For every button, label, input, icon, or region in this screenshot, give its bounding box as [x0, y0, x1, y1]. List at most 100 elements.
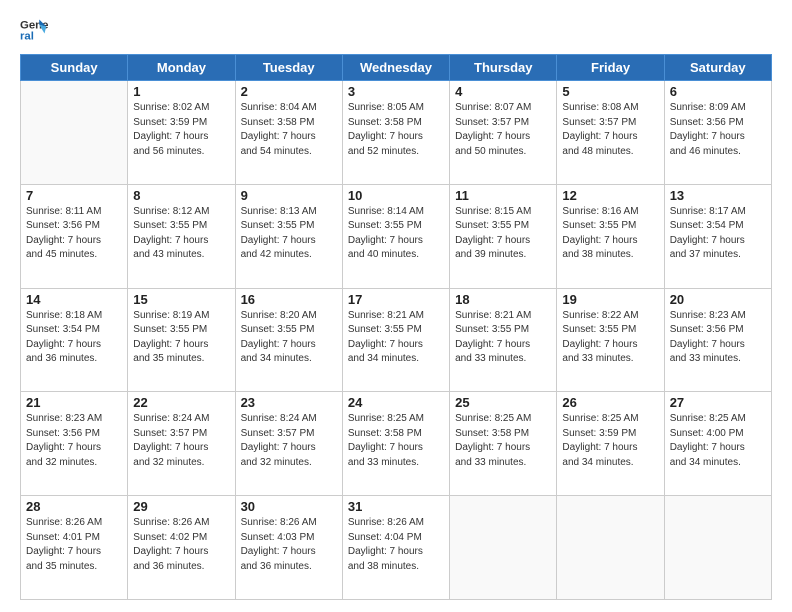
svg-text:ral: ral — [20, 31, 34, 43]
calendar-cell: 10 Sunrise: 8:14 AMSunset: 3:55 PMDayligh… — [342, 184, 449, 288]
calendar-cell: 13 Sunrise: 8:17 AMSunset: 3:54 PMDayligh… — [664, 184, 771, 288]
cell-info: Sunrise: 8:25 AMSunset: 3:58 PMDaylight:… — [455, 412, 551, 470]
cell-info: Sunrise: 8:19 AMSunset: 3:55 PMDaylight:… — [133, 309, 229, 367]
day-number: 12 — [562, 188, 658, 203]
calendar-cell: 19 Sunrise: 8:22 AMSunset: 3:55 PMDayligh… — [557, 288, 664, 392]
calendar-cell: 4 Sunrise: 8:07 AMSunset: 3:57 PMDaylight… — [450, 81, 557, 185]
day-number: 20 — [670, 292, 766, 307]
calendar-cell: 6 Sunrise: 8:09 AMSunset: 3:56 PMDaylight… — [664, 81, 771, 185]
calendar-cell: 11 Sunrise: 8:15 AMSunset: 3:55 PMDayligh… — [450, 184, 557, 288]
cell-info: Sunrise: 8:26 AMSunset: 4:04 PMDaylight:… — [348, 516, 444, 574]
cell-info: Sunrise: 8:13 AMSunset: 3:55 PMDaylight:… — [241, 205, 337, 263]
cell-info: Sunrise: 8:14 AMSunset: 3:55 PMDaylight:… — [348, 205, 444, 263]
day-number: 31 — [348, 499, 444, 514]
day-number: 23 — [241, 395, 337, 410]
calendar-week-row: 7 Sunrise: 8:11 AMSunset: 3:56 PMDaylight… — [21, 184, 772, 288]
calendar-cell: 9 Sunrise: 8:13 AMSunset: 3:55 PMDaylight… — [235, 184, 342, 288]
calendar-cell: 20 Sunrise: 8:23 AMSunset: 3:56 PMDayligh… — [664, 288, 771, 392]
logo: Gene ral — [20, 16, 52, 44]
cell-info: Sunrise: 8:24 AMSunset: 3:57 PMDaylight:… — [133, 412, 229, 470]
weekday-header: Friday — [557, 55, 664, 81]
cell-info: Sunrise: 8:05 AMSunset: 3:58 PMDaylight:… — [348, 101, 444, 159]
cell-info: Sunrise: 8:09 AMSunset: 3:56 PMDaylight:… — [670, 101, 766, 159]
cell-info: Sunrise: 8:04 AMSunset: 3:58 PMDaylight:… — [241, 101, 337, 159]
cell-info: Sunrise: 8:25 AMSunset: 3:58 PMDaylight:… — [348, 412, 444, 470]
day-number: 7 — [26, 188, 122, 203]
day-number: 18 — [455, 292, 551, 307]
calendar-cell: 28 Sunrise: 8:26 AMSunset: 4:01 PMDayligh… — [21, 496, 128, 600]
calendar-week-row: 21 Sunrise: 8:23 AMSunset: 3:56 PMDayligh… — [21, 392, 772, 496]
day-number: 8 — [133, 188, 229, 203]
calendar-cell: 3Sunrise: 8:05 AMSunset: 3:58 PMDaylight… — [342, 81, 449, 185]
day-number: 13 — [670, 188, 766, 203]
cell-info: Sunrise: 8:26 AMSunset: 4:03 PMDaylight:… — [241, 516, 337, 574]
day-number: 11 — [455, 188, 551, 203]
day-number: 10 — [348, 188, 444, 203]
calendar-cell: 2 Sunrise: 8:04 AMSunset: 3:58 PMDaylight… — [235, 81, 342, 185]
weekday-header: Tuesday — [235, 55, 342, 81]
cell-info: Sunrise: 8:26 AMSunset: 4:01 PMDaylight:… — [26, 516, 122, 574]
weekday-header: Saturday — [664, 55, 771, 81]
cell-info: Sunrise: 8:25 AMSunset: 3:59 PMDaylight:… — [562, 412, 658, 470]
cell-info: Sunrise: 8:08 AMSunset: 3:57 PMDaylight:… — [562, 101, 658, 159]
day-number: 16 — [241, 292, 337, 307]
calendar-cell: 17 Sunrise: 8:21 AMSunset: 3:55 PMDayligh… — [342, 288, 449, 392]
cell-info: Sunrise: 8:07 AMSunset: 3:57 PMDaylight:… — [455, 101, 551, 159]
calendar-cell: 29 Sunrise: 8:26 AMSunset: 4:02 PMDayligh… — [128, 496, 235, 600]
weekday-header: Monday — [128, 55, 235, 81]
calendar-week-row: 14 Sunrise: 8:18 AMSunset: 3:54 PMDayligh… — [21, 288, 772, 392]
cell-info: Sunrise: 8:21 AMSunset: 3:55 PMDaylight:… — [455, 309, 551, 367]
day-number: 15 — [133, 292, 229, 307]
cell-info: Sunrise: 8:15 AMSunset: 3:55 PMDaylight:… — [455, 205, 551, 263]
calendar-cell: 18 Sunrise: 8:21 AMSunset: 3:55 PMDayligh… — [450, 288, 557, 392]
cell-info: Sunrise: 8:20 AMSunset: 3:55 PMDaylight:… — [241, 309, 337, 367]
cell-info: Sunrise: 8:23 AMSunset: 3:56 PMDaylight:… — [670, 309, 766, 367]
calendar-cell: 1Sunrise: 8:02 AMSunset: 3:59 PMDaylight… — [128, 81, 235, 185]
day-number: 27 — [670, 395, 766, 410]
day-number: 2 — [241, 84, 337, 99]
cell-info: Sunrise: 8:17 AMSunset: 3:54 PMDaylight:… — [670, 205, 766, 263]
calendar-cell — [450, 496, 557, 600]
day-number: 30 — [241, 499, 337, 514]
calendar-cell: 21 Sunrise: 8:23 AMSunset: 3:56 PMDayligh… — [21, 392, 128, 496]
day-number: 21 — [26, 395, 122, 410]
day-number: 25 — [455, 395, 551, 410]
cell-info: Sunrise: 8:21 AMSunset: 3:55 PMDaylight:… — [348, 309, 444, 367]
calendar-table: SundayMondayTuesdayWednesdayThursdayFrid… — [20, 54, 772, 600]
day-number: 22 — [133, 395, 229, 410]
calendar-cell: 23 Sunrise: 8:24 AMSunset: 3:57 PMDayligh… — [235, 392, 342, 496]
cell-info: Sunrise: 8:18 AMSunset: 3:54 PMDaylight:… — [26, 309, 122, 367]
day-number: 14 — [26, 292, 122, 307]
cell-info: Sunrise: 8:24 AMSunset: 3:57 PMDaylight:… — [241, 412, 337, 470]
calendar-cell — [557, 496, 664, 600]
day-number: 28 — [26, 499, 122, 514]
day-number: 9 — [241, 188, 337, 203]
logo-icon: Gene ral — [20, 16, 48, 44]
calendar-cell: 12 Sunrise: 8:16 AMSunset: 3:55 PMDayligh… — [557, 184, 664, 288]
cell-info: Sunrise: 8:12 AMSunset: 3:55 PMDaylight:… — [133, 205, 229, 263]
weekday-header: Thursday — [450, 55, 557, 81]
calendar-cell: 8 Sunrise: 8:12 AMSunset: 3:55 PMDaylight… — [128, 184, 235, 288]
calendar-cell: 27 Sunrise: 8:25 AMSunset: 4:00 PMDayligh… — [664, 392, 771, 496]
cell-info: Sunrise: 8:23 AMSunset: 3:56 PMDaylight:… — [26, 412, 122, 470]
cell-info: Sunrise: 8:25 AMSunset: 4:00 PMDaylight:… — [670, 412, 766, 470]
calendar-cell: 14 Sunrise: 8:18 AMSunset: 3:54 PMDayligh… — [21, 288, 128, 392]
calendar-cell — [21, 81, 128, 185]
cell-info: Sunrise: 8:26 AMSunset: 4:02 PMDaylight:… — [133, 516, 229, 574]
calendar-cell: 30 Sunrise: 8:26 AMSunset: 4:03 PMDayligh… — [235, 496, 342, 600]
day-number: 29 — [133, 499, 229, 514]
cell-info: Sunrise: 8:11 AMSunset: 3:56 PMDaylight:… — [26, 205, 122, 263]
cell-info: Sunrise: 8:22 AMSunset: 3:55 PMDaylight:… — [562, 309, 658, 367]
weekday-header: Sunday — [21, 55, 128, 81]
cell-info: Sunrise: 8:16 AMSunset: 3:55 PMDaylight:… — [562, 205, 658, 263]
calendar-cell: 25 Sunrise: 8:25 AMSunset: 3:58 PMDayligh… — [450, 392, 557, 496]
day-number: 4 — [455, 84, 551, 99]
day-number: 6 — [670, 84, 766, 99]
calendar-cell: 22 Sunrise: 8:24 AMSunset: 3:57 PMDayligh… — [128, 392, 235, 496]
page: Gene ral SundayMondayTuesdayWednesdayThu… — [0, 0, 792, 612]
day-number: 17 — [348, 292, 444, 307]
day-number: 5 — [562, 84, 658, 99]
day-number: 24 — [348, 395, 444, 410]
day-number: 19 — [562, 292, 658, 307]
calendar-cell: 15 Sunrise: 8:19 AMSunset: 3:55 PMDayligh… — [128, 288, 235, 392]
